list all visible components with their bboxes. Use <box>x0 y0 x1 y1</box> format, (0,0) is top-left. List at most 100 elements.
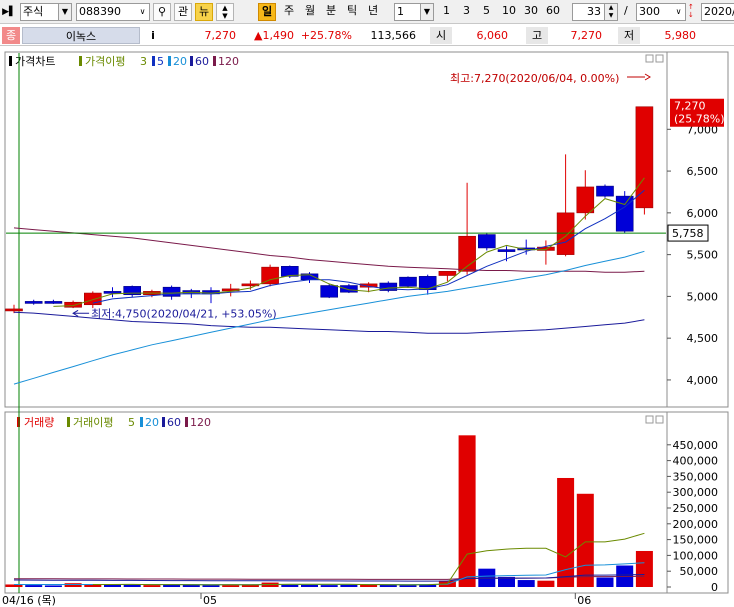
legend-marker <box>162 417 165 427</box>
low-label: 저 <box>618 27 640 44</box>
date-tick-label: 04/16 (목) <box>2 594 56 607</box>
price-tick-label: 6,000 <box>687 207 719 220</box>
count-stepper[interactable]: 33 ▲ ▼ <box>572 3 618 21</box>
candle-body <box>497 249 516 252</box>
volume-bar <box>222 585 240 587</box>
legend-marker <box>152 56 155 66</box>
volume-bar <box>143 585 161 587</box>
open-label: 시 <box>430 27 452 44</box>
period-day-button[interactable]: 일 <box>258 3 276 21</box>
period-year-button[interactable]: 년 <box>364 3 382 21</box>
price-tick-label: 4,000 <box>687 374 719 387</box>
interval-select-value: 1 <box>397 5 404 18</box>
volume-bar <box>537 580 555 587</box>
current-price: 7,270 <box>204 29 237 42</box>
high-price: 7,270 <box>570 29 603 42</box>
chart-area: 가격차트 가격이평 3 5 20 60 120 거래량 거래이평 5 20 60… <box>0 47 734 607</box>
spin-icon: ▲ ▼ <box>604 4 617 20</box>
volume-tick-label: 250,000 <box>673 502 719 515</box>
legend-vma20: 20 <box>145 416 159 429</box>
volume-bar <box>25 585 43 587</box>
trade-volume: 113,566 <box>370 29 417 42</box>
volume-bar <box>123 584 141 587</box>
candle-body <box>261 266 279 285</box>
period-month-button[interactable]: 월 <box>301 3 319 21</box>
volume-ma-label: 거래이평 <box>73 416 113 429</box>
interval-60-button[interactable]: 60 <box>543 3 563 21</box>
date-tick-label: 06 <box>577 594 591 607</box>
volume-bar <box>340 584 358 587</box>
volume-chart-title: 거래량 <box>24 416 54 429</box>
interval-3-button[interactable]: 3 <box>458 3 475 21</box>
interval-1-button[interactable]: 1 <box>438 3 455 21</box>
chart-svg: 가격차트 가격이평 3 5 20 60 120 거래량 거래이평 5 20 60… <box>2 51 729 607</box>
search-icon: ⚲ <box>157 5 167 18</box>
change-percent: +25.78% <box>300 29 352 42</box>
period-week-button[interactable]: 주 <box>280 3 298 21</box>
candle-body <box>162 286 181 297</box>
market-select[interactable]: 주식 ▼ <box>20 3 72 21</box>
code-input[interactable]: 088390 ∨ <box>76 3 150 21</box>
volume-bar <box>320 585 338 587</box>
legend-ma3: 3 <box>140 55 147 68</box>
chart-toolbar: ▶▌ 주식 ▼ 088390 ∨ ⚲ 관 뉴 ▲ ▼ 일 주 월 분 틱 년 1 … <box>0 0 734 24</box>
volume-tick-label: 200,000 <box>673 518 719 531</box>
count-stepper-value: 33 <box>587 5 601 18</box>
volume-tick-label: 150,000 <box>673 534 719 547</box>
high-label: 고 <box>526 27 548 44</box>
legend-marker <box>185 417 188 427</box>
interval-select[interactable]: 1 ▼ <box>394 3 434 21</box>
updown-stepper[interactable]: ▲ ▼ <box>216 3 234 21</box>
legend-marker <box>9 56 12 66</box>
candle-body <box>635 106 654 209</box>
volume-bar <box>517 580 535 587</box>
stock-name[interactable]: 이녹스 <box>22 27 140 44</box>
interval-30-button[interactable]: 30 <box>521 3 541 21</box>
candle-body <box>438 271 457 276</box>
slash-separator: / <box>624 4 628 17</box>
candle-body <box>556 212 575 255</box>
interval-10-button[interactable]: 10 <box>499 3 519 21</box>
volume-bar <box>44 585 62 587</box>
candle-body <box>596 185 614 197</box>
legend-vma60: 60 <box>167 416 181 429</box>
news-button[interactable]: 뉴 <box>195 3 213 21</box>
last-price-percent: (25.78%) <box>674 113 725 126</box>
market-select-value: 주식 <box>23 5 44 18</box>
legend-marker <box>190 56 193 66</box>
chevron-down-icon: ∨ <box>136 4 149 20</box>
interval-5-button[interactable]: 5 <box>478 3 495 21</box>
high-annotation: 최고:7,270(2020/06/04, 0.00%) <box>450 72 619 85</box>
last-price-label: 7,270 <box>674 100 706 113</box>
quote-bar: 종 이녹스 i 7,270 ▲1,490 +25.78% 113,566 시 6… <box>0 25 734 46</box>
volume-tick-label: 0 <box>711 581 718 594</box>
date-input[interactable]: 2020/0 <box>701 3 734 21</box>
period-minute-button[interactable]: 분 <box>322 3 340 21</box>
price-tick-label: 4,500 <box>687 332 719 345</box>
price-tick-label: 5,500 <box>687 249 719 262</box>
price-chart-title: 가격차트 <box>15 55 55 68</box>
crosshair-value-label: 5,758 <box>672 227 704 240</box>
nav-first-icon[interactable]: ▶▌ <box>2 5 16 19</box>
open-price: 6,060 <box>476 29 509 42</box>
period-tick-button[interactable]: 틱 <box>343 3 361 21</box>
volume-bar <box>64 583 82 587</box>
code-input-value: 088390 <box>79 5 121 18</box>
chevron-down-icon: ∨ <box>672 4 685 20</box>
stock-info-button[interactable]: i <box>142 27 164 44</box>
search-button[interactable]: ⚲ <box>153 3 171 21</box>
total-count-input[interactable]: 300 ∨ <box>636 3 686 21</box>
volume-tick-label: 100,000 <box>673 549 719 562</box>
interest-button[interactable]: 관 <box>174 3 192 21</box>
volume-bar <box>576 493 594 587</box>
date-tick-label: 05 <box>203 594 217 607</box>
legend-marker <box>140 417 143 427</box>
price-legend: 가격차트 가격이평 3 5 20 60 120 <box>9 55 239 68</box>
legend-marker <box>213 56 216 66</box>
volume-tick-label: 50,000 <box>680 565 719 578</box>
candle-body <box>24 301 43 304</box>
stock-tag-badge: 종 <box>2 27 20 44</box>
legend-ma20: 20 <box>173 55 187 68</box>
legend-ma120: 120 <box>218 55 239 68</box>
date-toggle-icon[interactable]: ↑ ↓ <box>688 3 700 21</box>
